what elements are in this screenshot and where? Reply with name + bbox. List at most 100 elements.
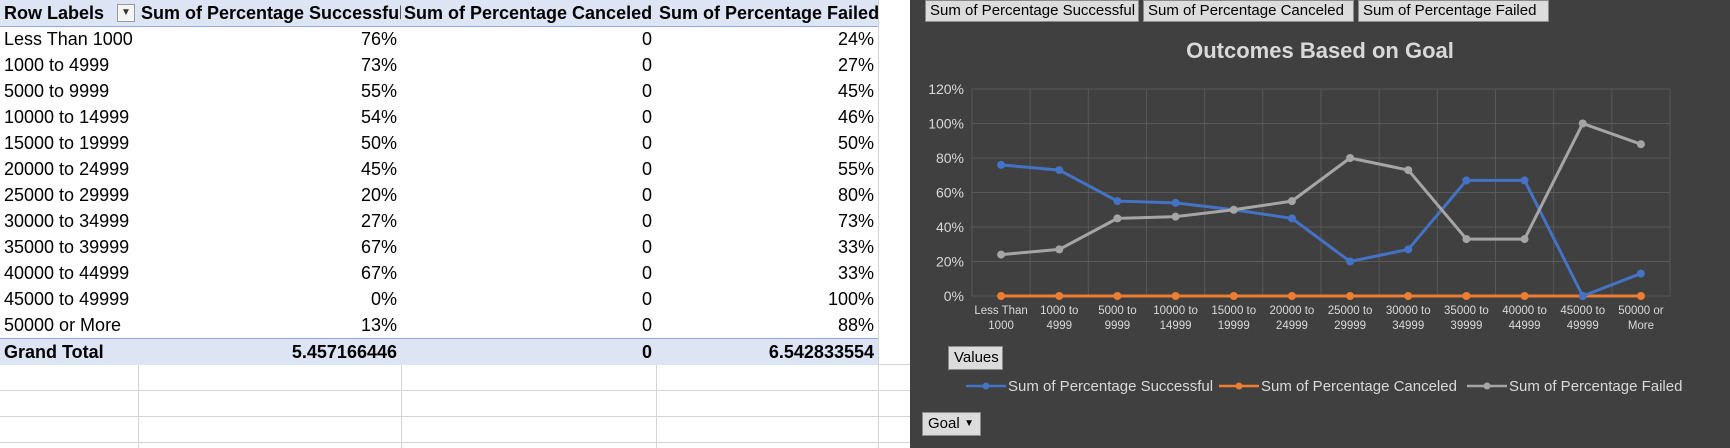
row-label[interactable]: 20000 to 24999 bbox=[0, 156, 138, 182]
canceled-value[interactable]: 0 bbox=[401, 130, 656, 156]
data-point-failed bbox=[1462, 235, 1471, 244]
canceled-value[interactable]: 0 bbox=[401, 286, 656, 312]
data-point-canceled bbox=[1462, 292, 1471, 300]
data-point-successful bbox=[1404, 245, 1413, 254]
header-canceled[interactable]: Sum of Percentage Canceled bbox=[401, 0, 656, 26]
row-label[interactable]: 40000 to 44999 bbox=[0, 260, 138, 286]
successful-value[interactable]: 0% bbox=[138, 286, 401, 312]
successful-value[interactable]: 45% bbox=[138, 156, 401, 182]
failed-value[interactable]: 27% bbox=[656, 52, 878, 78]
canceled-value[interactable]: 0 bbox=[401, 260, 656, 286]
cell-gridline bbox=[0, 390, 910, 391]
data-point-canceled bbox=[1287, 292, 1296, 300]
successful-value[interactable]: 54% bbox=[138, 104, 401, 130]
x-tick-label: 29999 bbox=[1334, 320, 1366, 332]
data-point-failed bbox=[1113, 214, 1122, 223]
x-tick-label: 1000 to bbox=[1040, 305, 1078, 317]
x-tick-label: 49999 bbox=[1567, 320, 1599, 332]
x-tick-label: 5000 to bbox=[1098, 305, 1136, 317]
row-label[interactable]: 25000 to 29999 bbox=[0, 182, 138, 208]
cell-gridline bbox=[401, 364, 402, 448]
total-failed-value[interactable]: 6.542833554 bbox=[656, 339, 878, 365]
canceled-value[interactable]: 0 bbox=[401, 26, 656, 52]
canceled-value[interactable]: 0 bbox=[401, 78, 656, 104]
successful-value[interactable]: 67% bbox=[138, 260, 401, 286]
successful-value[interactable]: 13% bbox=[138, 312, 401, 338]
cell-gridline bbox=[0, 442, 910, 443]
row-label[interactable]: 30000 to 34999 bbox=[0, 208, 138, 234]
failed-value[interactable]: 50% bbox=[656, 130, 878, 156]
legend-item-canceled[interactable]: Sum of Percentage Canceled bbox=[1219, 376, 1457, 396]
x-tick-label: 44999 bbox=[1509, 320, 1541, 332]
successful-value[interactable]: 73% bbox=[138, 52, 401, 78]
failed-value[interactable]: 55% bbox=[656, 156, 878, 182]
total-canceled-value[interactable]: 0 bbox=[401, 339, 656, 365]
row-label[interactable]: 45000 to 49999 bbox=[0, 286, 138, 312]
failed-value[interactable]: 24% bbox=[656, 26, 878, 52]
failed-value[interactable]: 33% bbox=[656, 260, 878, 286]
row-labels-header[interactable]: Row Labels ▼ bbox=[0, 0, 138, 26]
row-label[interactable]: 5000 to 9999 bbox=[0, 78, 138, 104]
successful-value[interactable]: 27% bbox=[138, 208, 401, 234]
x-tick-label: 20000 to bbox=[1270, 305, 1315, 317]
successful-value[interactable]: 50% bbox=[138, 130, 401, 156]
failed-value[interactable]: 88% bbox=[656, 312, 878, 338]
x-tick-label: 19999 bbox=[1218, 320, 1250, 332]
values-field-button[interactable]: Values bbox=[948, 346, 1003, 370]
goal-field-label: Goal bbox=[928, 415, 960, 432]
successful-value[interactable]: 20% bbox=[138, 182, 401, 208]
row-labels-filter-button[interactable]: ▼ bbox=[117, 4, 135, 22]
failed-value[interactable]: 33% bbox=[656, 234, 878, 260]
canceled-value[interactable]: 0 bbox=[401, 312, 656, 338]
successful-value[interactable]: 76% bbox=[138, 26, 401, 52]
spreadsheet-area: Row Labels ▼ Sum of Percentage Successfu… bbox=[0, 0, 910, 448]
x-tick-label: 10000 to bbox=[1153, 305, 1198, 317]
data-point-canceled bbox=[1404, 292, 1413, 300]
canceled-value[interactable]: 0 bbox=[401, 234, 656, 260]
data-point-successful bbox=[1578, 292, 1587, 300]
legend-item-successful[interactable]: Sum of Percentage Successful bbox=[966, 376, 1213, 396]
y-tick-label: 60% bbox=[936, 185, 964, 201]
row-label[interactable]: 10000 to 14999 bbox=[0, 104, 138, 130]
canceled-value[interactable]: 0 bbox=[401, 156, 656, 182]
goal-field-button[interactable]: Goal ▼ bbox=[922, 412, 981, 436]
header-successful[interactable]: Sum of Percentage Successful bbox=[138, 0, 401, 26]
total-successful-value[interactable]: 5.457166446 bbox=[138, 339, 401, 365]
canceled-value[interactable]: 0 bbox=[401, 52, 656, 78]
pivot-row: 1000 to 4999 73% 0 27% bbox=[0, 52, 878, 78]
data-point-failed bbox=[1636, 140, 1645, 149]
x-tick-label: 9999 bbox=[1105, 320, 1131, 332]
data-point-successful bbox=[1113, 197, 1122, 206]
canceled-value[interactable]: 0 bbox=[401, 104, 656, 130]
failed-value[interactable]: 80% bbox=[656, 182, 878, 208]
data-point-successful bbox=[1636, 269, 1645, 278]
x-tick-label: 1000 bbox=[988, 320, 1014, 332]
row-label[interactable]: 50000 or More bbox=[0, 312, 138, 338]
row-label[interactable]: 35000 to 39999 bbox=[0, 234, 138, 260]
successful-value[interactable]: 55% bbox=[138, 78, 401, 104]
pivot-row: 5000 to 9999 55% 0 45% bbox=[0, 78, 878, 104]
y-tick-label: 100% bbox=[928, 116, 964, 132]
row-label[interactable]: 1000 to 4999 bbox=[0, 52, 138, 78]
failed-value[interactable]: 46% bbox=[656, 104, 878, 130]
pivot-row: 20000 to 24999 45% 0 55% bbox=[0, 156, 878, 182]
row-label[interactable]: 15000 to 19999 bbox=[0, 130, 138, 156]
total-row-label[interactable]: Grand Total bbox=[0, 339, 138, 365]
canceled-value[interactable]: 0 bbox=[401, 182, 656, 208]
data-point-failed bbox=[1229, 205, 1238, 214]
pivot-chart[interactable]: Sum of Percentage Successful Sum of Perc… bbox=[910, 0, 1730, 448]
header-failed[interactable]: Sum of Percentage Failed bbox=[656, 0, 878, 26]
data-point-canceled bbox=[1229, 292, 1238, 300]
failed-value[interactable]: 100% bbox=[656, 286, 878, 312]
legend-item-failed[interactable]: Sum of Percentage Failed bbox=[1467, 376, 1682, 396]
row-labels-header-text: Row Labels bbox=[4, 3, 105, 23]
cell-gridline bbox=[0, 416, 910, 417]
cell-gridline bbox=[878, 364, 879, 448]
failed-value[interactable]: 73% bbox=[656, 208, 878, 234]
canceled-value[interactable]: 0 bbox=[401, 208, 656, 234]
successful-value[interactable]: 67% bbox=[138, 234, 401, 260]
pivot-header-row: Row Labels ▼ Sum of Percentage Successfu… bbox=[0, 0, 878, 27]
cell-gridline bbox=[656, 364, 657, 448]
row-label[interactable]: Less Than 1000 bbox=[0, 26, 138, 52]
failed-value[interactable]: 45% bbox=[656, 78, 878, 104]
